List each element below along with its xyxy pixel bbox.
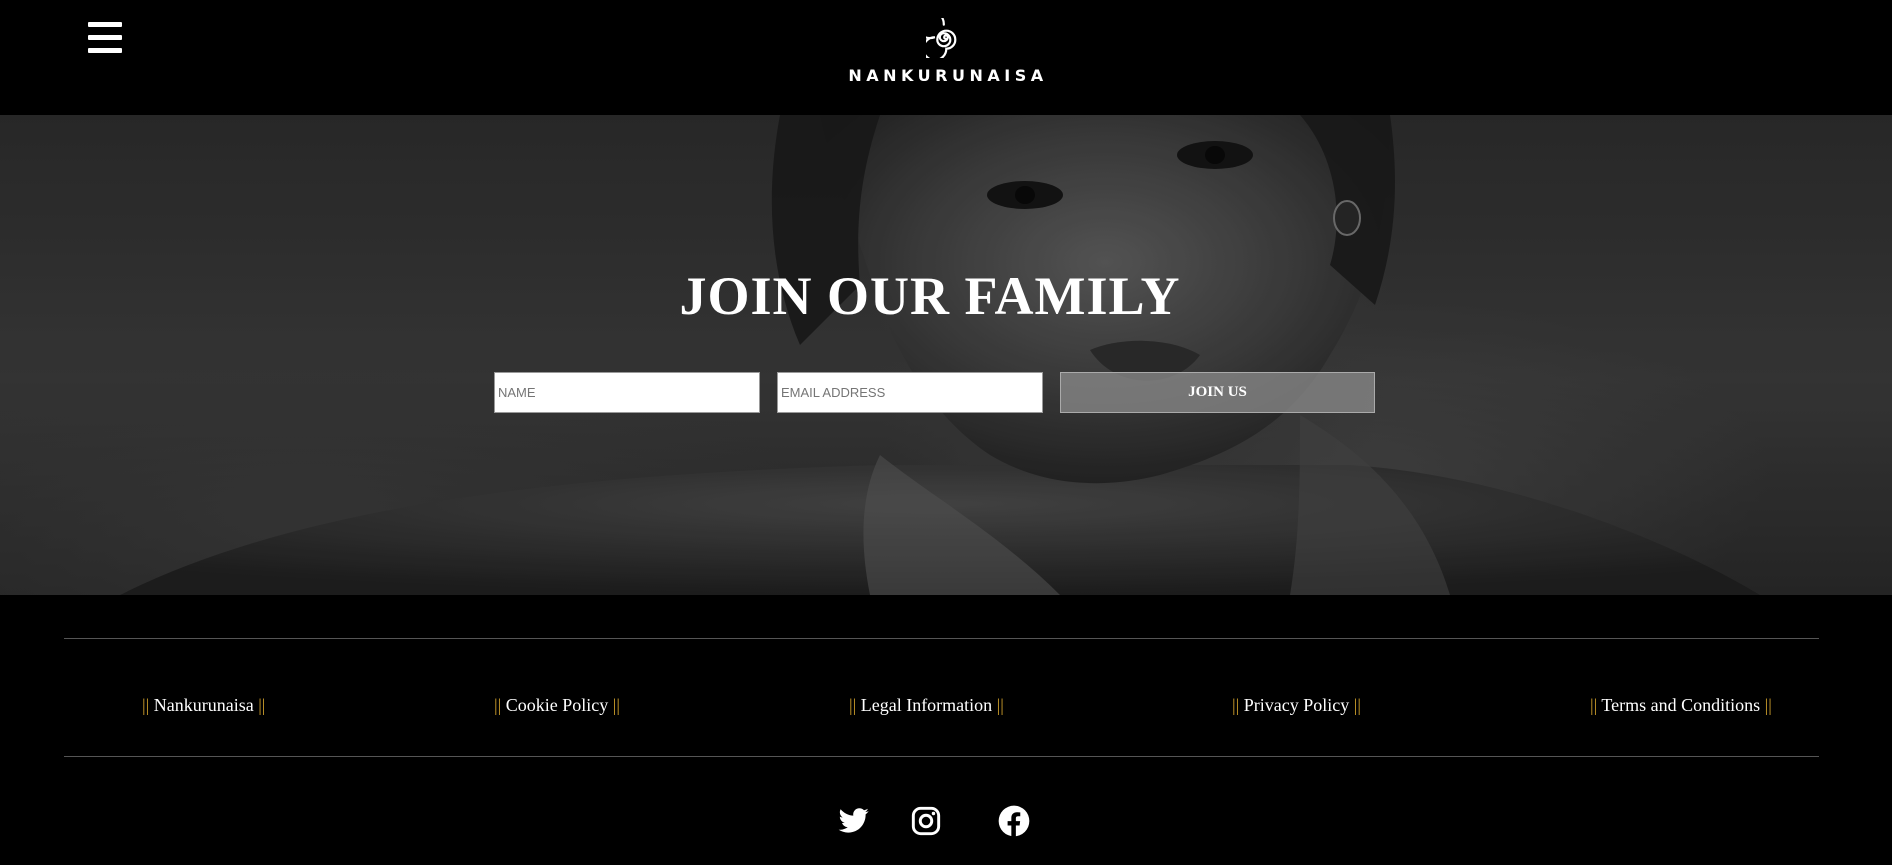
signup-form: JOIN US (0, 372, 1892, 414)
link-bar: || (494, 695, 502, 715)
footer-divider-bottom (64, 756, 1819, 757)
link-bar: || (258, 695, 266, 715)
site-footer: || Nankurunaisa || || Cookie Policy || |… (0, 595, 1892, 865)
footer-link-label: Legal Information (860, 695, 993, 715)
site-header: NANKURUNAISA (0, 0, 1892, 115)
twitter-icon[interactable] (838, 805, 870, 837)
footer-link-label: Privacy Policy (1243, 695, 1350, 715)
hero-background-image (0, 115, 1892, 595)
footer-link-privacy-policy[interactable]: || Privacy Policy || (1232, 695, 1361, 716)
footer-link-label: Terms and Conditions (1601, 695, 1761, 715)
footer-link-cookie-policy[interactable]: || Cookie Policy || (494, 695, 620, 716)
facebook-icon[interactable] (998, 805, 1030, 837)
name-input[interactable] (494, 372, 760, 413)
link-bar: || (1353, 695, 1361, 715)
footer-link-legal-information[interactable]: || Legal Information || (849, 695, 1004, 716)
footer-link-label: Nankurunaisa (153, 695, 254, 715)
social-links (0, 805, 1892, 839)
brand-name: NANKURUNAISA (848, 66, 1048, 85)
footer-link-terms-and-conditions[interactable]: || Terms and Conditions || (1590, 695, 1772, 716)
link-bar: || (1590, 695, 1598, 715)
footer-link-label: Cookie Policy (505, 695, 609, 715)
hero-title: JOIN OUR FAMILY (679, 266, 1181, 326)
email-input[interactable] (777, 372, 1043, 413)
footer-divider-top (64, 638, 1819, 639)
instagram-icon[interactable] (910, 805, 942, 837)
footer-links: || Nankurunaisa || || Cookie Policy || |… (0, 695, 1892, 719)
link-bar: || (612, 695, 620, 715)
spiral-logo-icon (926, 18, 957, 58)
link-bar: || (142, 695, 150, 715)
link-bar: || (849, 695, 857, 715)
hero-banner: JOIN OUR FAMILY JOIN US (0, 115, 1892, 595)
link-bar: || (1764, 695, 1772, 715)
footer-link-nankurunaisa[interactable]: || Nankurunaisa || (142, 695, 265, 716)
brand[interactable]: NANKURUNAISA (0, 18, 1892, 85)
link-bar: || (1232, 695, 1240, 715)
join-us-button[interactable]: JOIN US (1060, 372, 1375, 413)
link-bar: || (996, 695, 1004, 715)
